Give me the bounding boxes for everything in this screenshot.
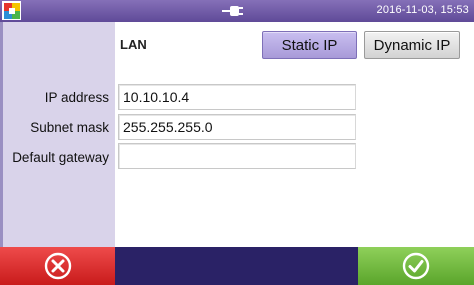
subnet-mask-label: Subnet mask — [30, 120, 109, 135]
default-gateway-label: Default gateway — [12, 150, 109, 165]
cancel-button[interactable] — [0, 247, 115, 285]
datetime-label: 2016-11-03, 15:53 — [376, 4, 469, 16]
ip-address-label: IP address — [44, 90, 109, 105]
dynamic-ip-button[interactable]: Dynamic IP — [364, 31, 460, 59]
confirm-button[interactable] — [358, 247, 474, 285]
confirm-check-icon — [402, 252, 430, 280]
cancel-x-icon — [44, 252, 71, 280]
ip-address-field[interactable]: 10.10.10.4 — [118, 84, 356, 110]
status-bar: 2016-11-03, 15:53 — [0, 0, 474, 22]
default-gateway-field[interactable] — [118, 143, 356, 169]
subnet-mask-field[interactable]: 255.255.255.0 — [118, 114, 356, 140]
side-panel-accent — [0, 22, 3, 247]
app-logo-icon[interactable] — [2, 1, 21, 20]
section-title: LAN — [120, 37, 147, 52]
static-ip-button[interactable]: Static IP — [262, 31, 357, 59]
ac-power-plug-icon — [222, 6, 243, 16]
